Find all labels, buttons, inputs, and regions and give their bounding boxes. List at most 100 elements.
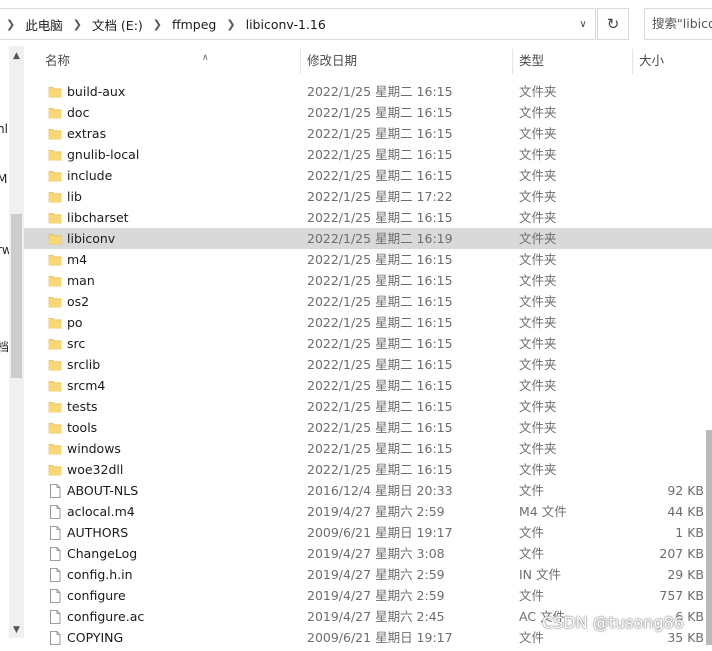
file-type: 文件夹 (519, 420, 557, 435)
file-name: woe32dll (67, 462, 124, 477)
file-row[interactable]: doc 2022/1/25 星期二 16:15 文件夹 (24, 102, 712, 123)
file-row[interactable]: AUTHORS 2009/6/21 星期日 19:17 文件 1 KB (24, 522, 712, 543)
folder-icon (48, 315, 62, 329)
file-name: lib (67, 189, 82, 204)
file-type: 文件夹 (519, 147, 557, 162)
file-name: configure (67, 588, 126, 603)
file-type: 文件夹 (519, 357, 557, 372)
file-date: 2022/1/25 星期二 16:15 (307, 441, 453, 456)
search-input[interactable]: 搜索"libiconv-1.16" (644, 8, 712, 40)
scroll-up-icon[interactable]: ▲ (9, 48, 24, 64)
file-row[interactable]: tests 2022/1/25 星期二 16:15 文件夹 (24, 396, 712, 417)
file-row[interactable]: libiconv 2022/1/25 星期二 16:19 文件夹 (24, 228, 712, 249)
file-row[interactable]: windows 2022/1/25 星期二 16:15 文件夹 (24, 438, 712, 459)
file-row[interactable]: woe32dll 2022/1/25 星期二 16:15 文件夹 (24, 459, 712, 480)
folder-icon (48, 210, 62, 224)
folder-icon (48, 105, 62, 119)
file-name: doc (67, 105, 90, 120)
file-date: 2016/12/4 星期日 20:33 (307, 483, 453, 498)
file-row[interactable]: configure 2019/4/27 星期六 2:59 文件 757 KB (24, 585, 712, 606)
chevron-right-icon[interactable]: ❯ (220, 18, 241, 31)
file-row[interactable]: srclib 2022/1/25 星期二 16:15 文件夹 (24, 354, 712, 375)
file-row[interactable]: ABOUT-NLS 2016/12/4 星期日 20:33 文件 92 KB (24, 480, 712, 501)
column-size-label: 大小 (639, 53, 665, 68)
sort-ascending-icon: ∧ (202, 53, 209, 63)
folder-icon (48, 231, 62, 245)
folder-icon (48, 252, 62, 266)
file-row[interactable]: man 2022/1/25 星期二 16:15 文件夹 (24, 270, 712, 291)
main-scrollbar-thumb[interactable] (706, 430, 712, 645)
nav-item-label[interactable]: M (0, 172, 7, 186)
file-name: srcm4 (67, 378, 106, 393)
nav-item-label[interactable]: 档 (0, 338, 9, 355)
column-type[interactable]: 类型 (512, 46, 632, 76)
folder-icon (48, 273, 62, 287)
column-date[interactable]: 修改日期 (300, 46, 512, 76)
file-type: 文件夹 (519, 441, 557, 456)
file-row[interactable]: m4 2022/1/25 星期二 16:15 文件夹 (24, 249, 712, 270)
file-type: 文件夹 (519, 210, 557, 225)
file-row[interactable]: src 2022/1/25 星期二 16:15 文件夹 (24, 333, 712, 354)
file-date: 2019/4/27 星期六 2:59 (307, 567, 445, 582)
chevron-right-icon[interactable]: ❯ (0, 18, 21, 31)
file-row[interactable]: os2 2022/1/25 星期二 16:15 文件夹 (24, 291, 712, 312)
file-icon (48, 525, 62, 540)
file-type: 文件夹 (519, 231, 557, 246)
file-date: 2022/1/25 星期二 16:19 (307, 231, 453, 246)
file-date: 2022/1/25 星期二 16:15 (307, 315, 453, 330)
folder-icon (48, 420, 62, 434)
file-date: 2022/1/25 星期二 16:15 (307, 105, 453, 120)
chevron-right-icon[interactable]: ❯ (147, 18, 168, 31)
file-icon (48, 567, 62, 582)
chevron-down-icon[interactable]: ∨ (570, 9, 596, 39)
chevron-right-icon[interactable]: ❯ (67, 18, 88, 31)
file-date: 2022/1/25 星期二 16:15 (307, 168, 453, 183)
file-name: man (67, 273, 95, 288)
file-row[interactable]: srcm4 2022/1/25 星期二 16:15 文件夹 (24, 375, 712, 396)
file-type: 文件夹 (519, 294, 557, 309)
file-row[interactable]: ChangeLog 2019/4/27 星期六 3:08 文件 207 KB (24, 543, 712, 564)
file-date: 2022/1/25 星期二 16:15 (307, 210, 453, 225)
file-row[interactable]: libcharset 2022/1/25 星期二 16:15 文件夹 (24, 207, 712, 228)
address-bar[interactable]: ❯ 此电脑 ❯ 文档 (E:) ❯ ffmpeg ❯ libiconv-1.16… (0, 8, 596, 40)
refresh-button[interactable]: ↻ (597, 8, 629, 40)
file-date: 2022/1/25 星期二 16:15 (307, 399, 453, 414)
file-name: src (67, 336, 86, 351)
breadcrumb-libiconv[interactable]: libiconv-1.16 (242, 17, 330, 32)
file-date: 2022/1/25 星期二 16:15 (307, 147, 453, 162)
file-name: ChangeLog (67, 546, 138, 561)
file-size: 44 KB (667, 504, 704, 519)
column-size[interactable]: 大小 (632, 46, 712, 76)
folder-icon (48, 378, 62, 392)
file-row[interactable]: build-aux 2022/1/25 星期二 16:15 文件夹 (24, 81, 712, 102)
file-name: libiconv (67, 231, 116, 246)
column-name[interactable]: 名称 ∧ (38, 46, 300, 76)
nav-scrollbar[interactable]: ▲ ▼ (9, 46, 24, 638)
watermark: CSDN @tusong86 (542, 613, 684, 632)
file-row[interactable]: lib 2022/1/25 星期二 17:22 文件夹 (24, 186, 712, 207)
breadcrumb-drive-e[interactable]: 文档 (E:) (88, 15, 147, 34)
file-row[interactable]: gnulib-local 2022/1/25 星期二 16:15 文件夹 (24, 144, 712, 165)
file-icon (48, 588, 62, 603)
file-type: 文件 (519, 588, 545, 603)
file-row[interactable]: config.h.in 2019/4/27 星期六 2:59 IN 文件 29 KB (24, 564, 712, 585)
scroll-down-icon[interactable]: ▼ (9, 622, 24, 638)
file-row[interactable]: po 2022/1/25 星期二 16:15 文件夹 (24, 312, 712, 333)
address-toolbar: ❯ 此电脑 ❯ 文档 (E:) ❯ ffmpeg ❯ libiconv-1.16… (0, 0, 712, 46)
file-row[interactable]: tools 2022/1/25 星期二 16:15 文件夹 (24, 417, 712, 438)
file-type: M4 文件 (519, 504, 567, 519)
file-row[interactable]: include 2022/1/25 星期二 16:15 文件夹 (24, 165, 712, 186)
file-name: AUTHORS (67, 525, 129, 540)
file-name: build-aux (67, 84, 126, 99)
file-icon (48, 630, 62, 645)
scrollbar-thumb[interactable] (11, 214, 22, 378)
file-date: 2019/4/27 星期六 2:45 (307, 609, 445, 624)
file-row[interactable]: aclocal.m4 2019/4/27 星期六 2:59 M4 文件 44 KB (24, 501, 712, 522)
nav-item-label[interactable]: nl (0, 122, 8, 136)
file-row[interactable]: extras 2022/1/25 星期二 16:15 文件夹 (24, 123, 712, 144)
breadcrumb-ffmpeg[interactable]: ffmpeg (168, 17, 220, 32)
breadcrumb-this-pc[interactable]: 此电脑 (21, 15, 67, 34)
folder-icon (48, 357, 62, 371)
file-type: 文件夹 (519, 126, 557, 141)
file-type: 文件夹 (519, 105, 557, 120)
